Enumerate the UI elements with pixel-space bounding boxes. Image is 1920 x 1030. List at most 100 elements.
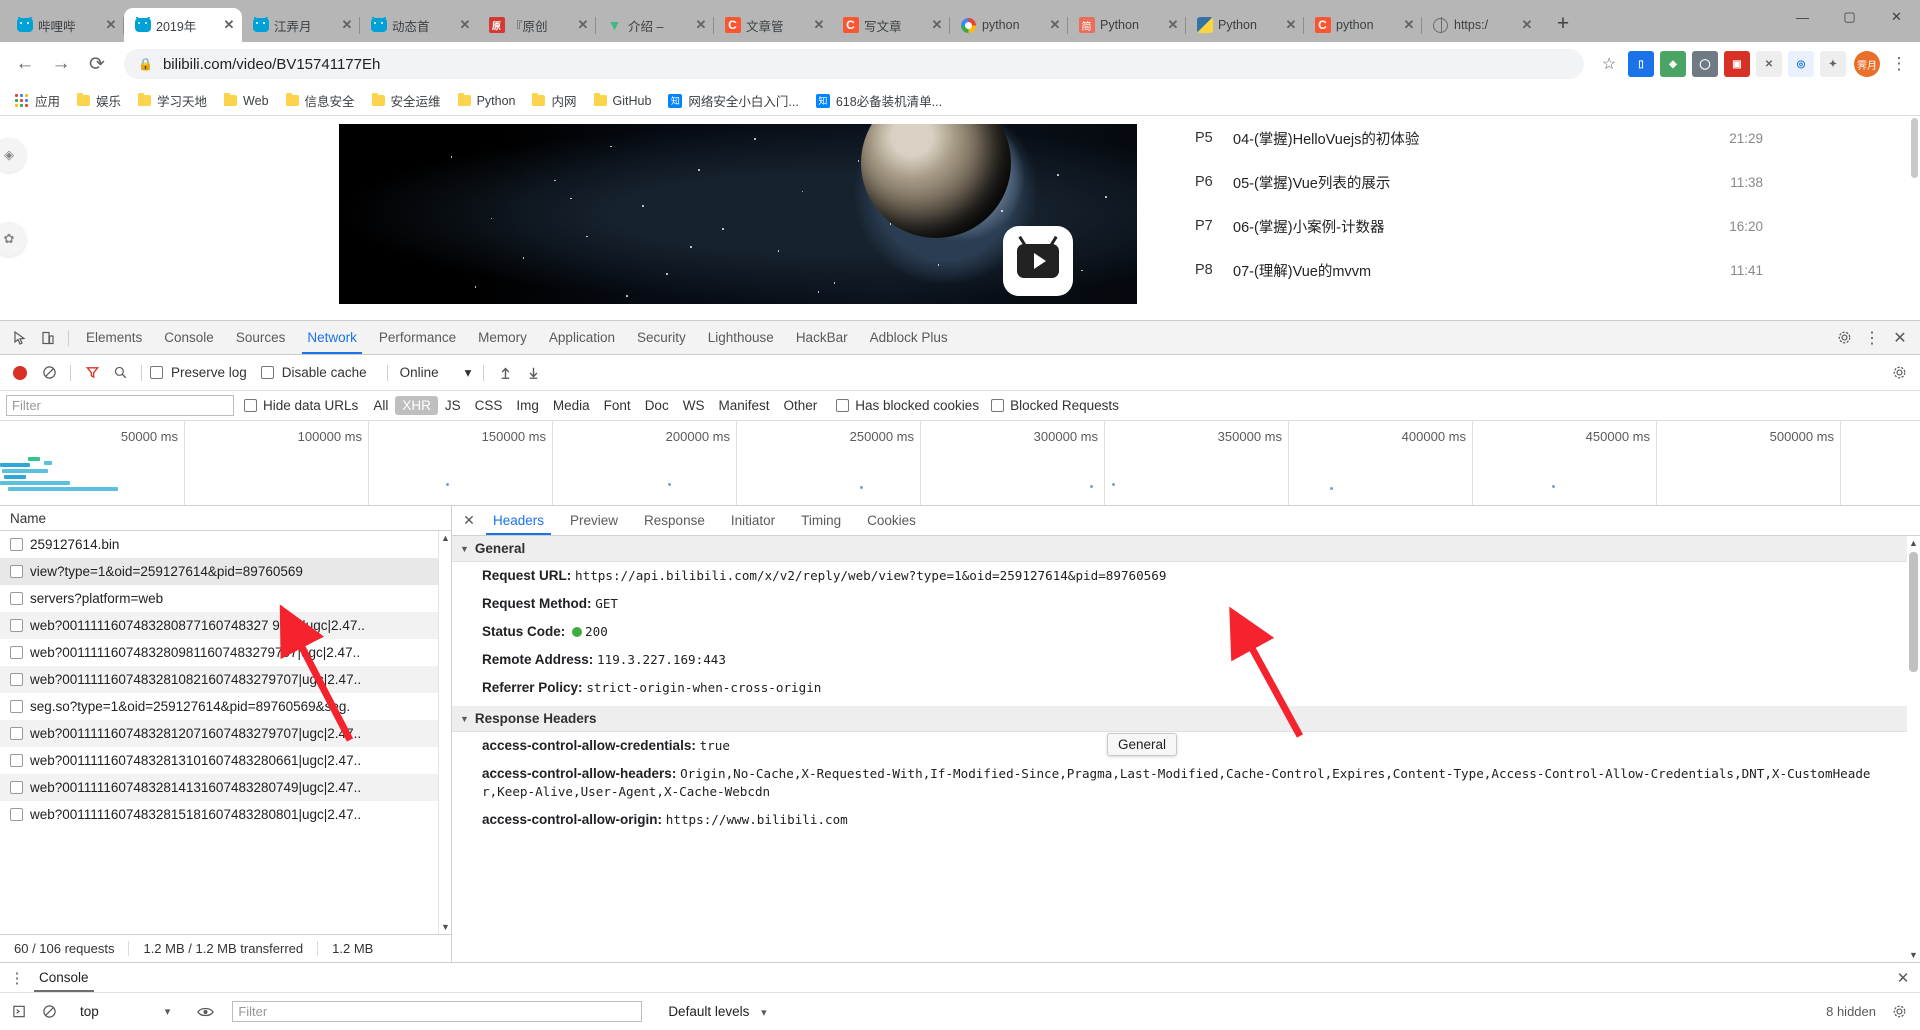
close-icon[interactable]: ✕: [104, 17, 118, 32]
address-bar[interactable]: 🔒 bilibili.com/video/BV15741177Eh: [124, 49, 1584, 79]
hide-data-urls-checkbox[interactable]: [244, 399, 257, 412]
browser-tab[interactable]: python ✕: [950, 8, 1068, 42]
close-window-button[interactable]: ✕: [1873, 0, 1920, 34]
tab-response[interactable]: Response: [631, 506, 718, 535]
table-row[interactable]: web?00111116074832809811607483279707|ugc…: [0, 639, 451, 666]
episode-row[interactable]: P5 04-(掌握)HelloVuejs的初体验 21:29: [1165, 116, 1795, 160]
tab-console[interactable]: Console: [153, 321, 225, 354]
browser-tab[interactable]: 动态首 ✕: [360, 8, 478, 42]
browser-tab[interactable]: 简 Python ✕: [1068, 8, 1186, 42]
table-row[interactable]: web?00111116074832814131607483280749|ugc…: [0, 774, 451, 801]
more-options-icon[interactable]: ⋮: [1858, 324, 1886, 352]
filter-input[interactable]: Filter: [6, 395, 234, 416]
filter-type-media[interactable]: Media: [546, 396, 597, 415]
video-player[interactable]: [339, 124, 1137, 304]
shield-extension-icon[interactable]: ◯: [1692, 51, 1718, 77]
table-row[interactable]: 259127614.bin: [0, 531, 451, 558]
tab-cookies[interactable]: Cookies: [854, 506, 929, 535]
table-row[interactable]: view?type=1&oid=259127614&pid=89760569: [0, 558, 451, 585]
disable-cache-checkbox[interactable]: [260, 366, 274, 379]
import-har-icon[interactable]: [492, 360, 518, 386]
filter-type-font[interactable]: Font: [597, 396, 638, 415]
tab-application[interactable]: Application: [538, 321, 626, 354]
console-settings-gear-icon[interactable]: [1886, 999, 1912, 1025]
bookmark-item[interactable]: Web: [217, 91, 275, 111]
close-icon[interactable]: ✕: [812, 17, 826, 32]
browser-tab[interactable]: https:/ ✕: [1422, 8, 1540, 42]
close-icon[interactable]: ✕: [1166, 17, 1180, 32]
request-list[interactable]: 259127614.bin view?type=1&oid=259127614&…: [0, 531, 451, 934]
new-tab-button[interactable]: +: [1548, 9, 1578, 39]
browser-tab[interactable]: Python ✕: [1186, 8, 1304, 42]
record-icon[interactable]: [13, 365, 27, 380]
filter-type-all[interactable]: All: [366, 396, 395, 415]
scroll-up-icon[interactable]: ▲: [439, 531, 451, 545]
browser-tab[interactable]: C 写文章 ✕: [832, 8, 950, 42]
filter-type-other[interactable]: Other: [776, 396, 824, 415]
clear-console-icon[interactable]: [36, 999, 62, 1025]
bookmark-item[interactable]: Python: [451, 91, 523, 111]
episode-row[interactable]: P6 05-(掌握)Vue列表的展示 11:38: [1165, 160, 1795, 204]
close-icon[interactable]: ✕: [458, 17, 472, 32]
bookmark-star-icon[interactable]: ☆: [1594, 49, 1624, 79]
tab-security[interactable]: Security: [626, 321, 697, 354]
adblock-extension-icon[interactable]: ▣: [1724, 51, 1750, 77]
close-icon[interactable]: ✕: [340, 17, 354, 32]
tab-adblock-plus[interactable]: Adblock Plus: [859, 321, 959, 354]
drawer-tab-console[interactable]: Console: [28, 963, 100, 992]
close-icon[interactable]: ✕: [222, 17, 236, 32]
tab-sources[interactable]: Sources: [225, 321, 297, 354]
gear-icon[interactable]: [1830, 324, 1858, 352]
episode-row[interactable]: P7 06-(掌握)小案例-计数器 16:20: [1165, 204, 1795, 248]
network-settings-gear-icon[interactable]: [1886, 360, 1912, 386]
checkbox-icon[interactable]: [10, 700, 23, 713]
bookmark-item[interactable]: 知 618必备装机清单...: [809, 88, 949, 113]
general-section-header[interactable]: ▼ General: [452, 536, 1920, 562]
checkbox-icon[interactable]: [10, 727, 23, 740]
browser-tab[interactable]: C 文章管 ✕: [714, 8, 832, 42]
bookmark-item[interactable]: 学习天地: [131, 88, 214, 113]
maximize-button[interactable]: ▢: [1826, 0, 1873, 34]
bookmark-apps[interactable]: 应用: [8, 88, 67, 113]
network-overview-timeline[interactable]: 50000 ms 100000 ms 150000 ms 200000 ms 2…: [0, 421, 1920, 506]
drawer-menu-icon[interactable]: ⋮: [6, 969, 28, 987]
table-row[interactable]: web?00111116074832815181607483280801|ugc…: [0, 801, 451, 828]
search-icon[interactable]: [107, 360, 133, 386]
page-side-button-up[interactable]: ◈: [0, 138, 26, 172]
response-headers-section-header[interactable]: ▼ Response Headers: [452, 706, 1920, 732]
browser-tab[interactable]: C python ✕: [1304, 8, 1422, 42]
tab-lighthouse[interactable]: Lighthouse: [697, 321, 785, 354]
table-row[interactable]: web?00111116074832810821607483279707|ugc…: [0, 666, 451, 693]
puzzle-green-extension-icon[interactable]: ◆: [1660, 51, 1686, 77]
scroll-up-icon[interactable]: ▲: [1907, 536, 1920, 550]
checkbox-icon[interactable]: [10, 592, 23, 605]
headers-scrollbar[interactable]: ▲ ▼: [1907, 536, 1920, 962]
close-icon[interactable]: ✕: [1048, 17, 1062, 32]
browser-tab-active[interactable]: 2019年 ✕: [124, 8, 242, 42]
table-row[interactable]: seg.so?type=1&oid=259127614&pid=89760569…: [0, 693, 451, 720]
checkbox-icon[interactable]: [10, 538, 23, 551]
clear-icon[interactable]: [36, 360, 62, 386]
headers-content[interactable]: ▼ General Request URL: https://api.bilib…: [452, 536, 1920, 962]
tab-memory[interactable]: Memory: [467, 321, 538, 354]
close-icon[interactable]: ✕: [576, 17, 590, 32]
close-drawer-icon[interactable]: ✕: [1892, 969, 1914, 987]
checkbox-icon[interactable]: [10, 673, 23, 686]
chevron-down-icon[interactable]: ▾: [165, 1005, 171, 1018]
circle-extension-icon[interactable]: ◎: [1788, 51, 1814, 77]
blocked-requests-checkbox[interactable]: [991, 399, 1005, 412]
preserve-log-checkbox[interactable]: [150, 366, 163, 379]
bookmark-item[interactable]: 知网络安全小白入门...: [661, 88, 805, 113]
close-detail-icon[interactable]: ✕: [458, 512, 480, 529]
close-icon[interactable]: ✕: [1284, 17, 1298, 32]
device-toggle-icon[interactable]: [34, 324, 62, 352]
reload-icon[interactable]: ⟳: [80, 47, 114, 81]
inspect-icon[interactable]: [6, 324, 34, 352]
close-icon[interactable]: ✕: [930, 17, 944, 32]
execution-context-icon[interactable]: [6, 999, 32, 1025]
table-row[interactable]: servers?platform=web: [0, 585, 451, 612]
bookmark-item[interactable]: 安全运维: [365, 88, 448, 113]
scroll-down-icon[interactable]: ▼: [1907, 948, 1920, 962]
checkbox-icon[interactable]: [10, 646, 23, 659]
browser-tab[interactable]: 原 『原创 ✕: [478, 8, 596, 42]
